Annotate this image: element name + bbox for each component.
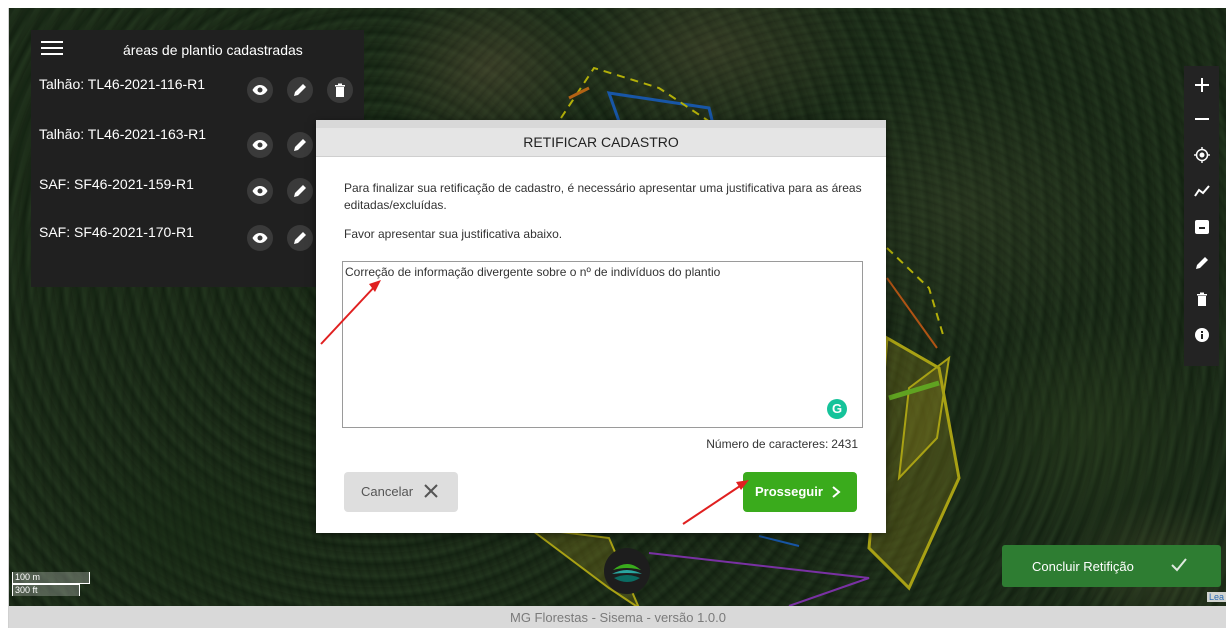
scale-metric: 100 m bbox=[12, 572, 90, 584]
footer: MG Florestas - Sisema - versão 1.0.0 bbox=[9, 606, 1226, 628]
conclude-retification-button[interactable]: Concluir Retifição bbox=[1002, 545, 1221, 587]
satellite-map[interactable]: áreas de plantio cadastradas Talhão: TL4… bbox=[9, 8, 1226, 606]
app-logo[interactable] bbox=[604, 548, 650, 594]
annotation-arrows bbox=[320, 280, 749, 525]
annotation-arrow-icon bbox=[682, 483, 744, 525]
map-scale: 100 m 300 ft bbox=[12, 572, 90, 596]
check-icon bbox=[1171, 558, 1187, 572]
map-attribution[interactable]: Lea bbox=[1207, 592, 1226, 602]
scale-imperial: 300 ft bbox=[12, 584, 80, 596]
app-window: áreas de plantio cadastradas Talhão: TL4… bbox=[8, 8, 1226, 628]
annotation-arrow-icon bbox=[320, 283, 378, 345]
conclude-label: Concluir Retifição bbox=[1032, 559, 1134, 574]
